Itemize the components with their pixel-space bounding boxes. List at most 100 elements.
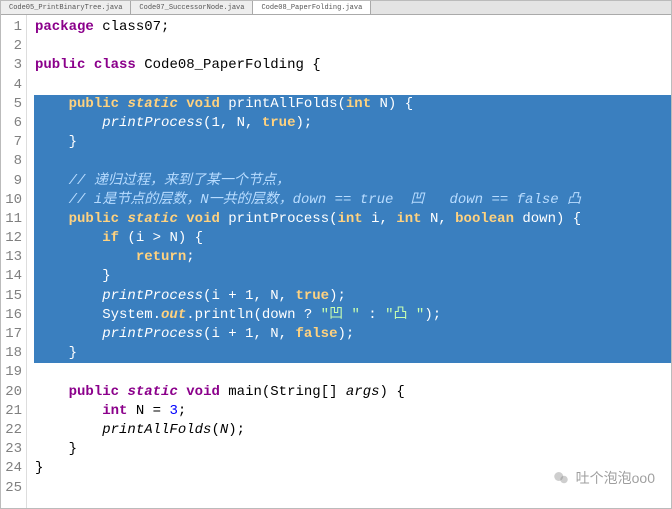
code-token: ( <box>211 422 219 438</box>
code-line[interactable]: package class07; <box>35 18 671 37</box>
code-area[interactable]: package class07; public class Code08_Pap… <box>27 15 671 508</box>
editor-tab[interactable]: Code07_SuccessorNode.java <box>131 1 253 14</box>
code-token: void <box>186 384 220 400</box>
line-number: 2 <box>3 37 22 56</box>
code-token: (i + 1, N, <box>203 288 295 304</box>
line-number: 24 <box>3 459 22 478</box>
code-token: } <box>35 460 43 476</box>
code-token: true <box>295 288 329 304</box>
code-token: .println(down ? <box>186 307 320 323</box>
code-line[interactable]: } <box>34 344 671 363</box>
code-line[interactable]: // 递归过程，来到了某一个节点， <box>34 172 671 191</box>
code-token: } <box>35 268 111 284</box>
line-number: 7 <box>3 133 22 152</box>
editor-tab[interactable]: Code05_PrintBinaryTree.java <box>1 1 131 14</box>
code-token: printAllFolds <box>102 422 211 438</box>
code-token: } <box>35 134 77 150</box>
code-token: printProcess <box>102 115 203 131</box>
line-number: 13 <box>3 248 22 267</box>
code-line[interactable] <box>35 479 671 498</box>
line-number: 8 <box>3 152 22 171</box>
tab-bar: Code05_PrintBinaryTree.javaCode07_Succes… <box>1 1 671 15</box>
code-line[interactable]: printProcess(i + 1, N, false); <box>34 325 671 344</box>
code-line[interactable]: // i是节点的层数，N一共的层数，down == true 凹 down ==… <box>34 191 671 210</box>
code-token: static <box>127 211 177 227</box>
code-token <box>35 326 102 342</box>
code-token: ); <box>424 307 441 323</box>
code-token: void <box>186 211 220 227</box>
code-token: ); <box>295 115 312 131</box>
code-line[interactable]: return; <box>34 248 671 267</box>
code-token <box>35 173 69 189</box>
code-editor: Code05_PrintBinaryTree.javaCode07_Succes… <box>0 0 672 509</box>
code-line[interactable]: printAllFolds(N); <box>35 421 671 440</box>
code-line[interactable]: int N = 3; <box>35 402 671 421</box>
line-number: 16 <box>3 306 22 325</box>
line-number: 11 <box>3 210 22 229</box>
code-line[interactable]: } <box>34 267 671 286</box>
line-number: 22 <box>3 421 22 440</box>
code-token: public <box>35 57 85 73</box>
code-line[interactable]: printProcess(1, N, true); <box>34 114 671 133</box>
code-token: } <box>35 345 77 361</box>
code-line[interactable] <box>35 37 671 56</box>
code-line[interactable] <box>35 363 671 382</box>
code-token: // i是节点的层数，N一共的层数，down == true 凹 down ==… <box>69 192 581 208</box>
code-line[interactable]: public static void main(String[] args) { <box>35 383 671 402</box>
code-line[interactable]: } <box>34 133 671 152</box>
code-line[interactable]: } <box>35 440 671 459</box>
code-token: printProcess <box>102 326 203 342</box>
line-number: 23 <box>3 440 22 459</box>
code-token: args <box>346 384 380 400</box>
line-number: 4 <box>3 76 22 95</box>
code-token: true <box>262 115 296 131</box>
code-token <box>35 288 102 304</box>
line-number: 21 <box>3 402 22 421</box>
code-token: N = <box>127 403 169 419</box>
editor-tab[interactable]: Code08_PaperFolding.java <box>253 1 371 14</box>
code-line[interactable] <box>34 152 671 171</box>
code-token: 3 <box>169 403 177 419</box>
code-token: int <box>102 403 127 419</box>
code-token: i, <box>363 211 397 227</box>
line-number: 17 <box>3 325 22 344</box>
code-token: } <box>35 441 77 457</box>
code-token: static <box>127 96 177 112</box>
code-token <box>35 211 69 227</box>
code-line[interactable]: public static void printProcess(int i, i… <box>34 210 671 229</box>
code-token: public <box>69 384 119 400</box>
code-token <box>178 384 186 400</box>
code-line[interactable]: } <box>35 459 671 478</box>
line-number: 19 <box>3 363 22 382</box>
code-token <box>35 249 136 265</box>
line-number: 15 <box>3 287 22 306</box>
code-token <box>35 230 102 246</box>
code-line[interactable]: printProcess(i + 1, N, true); <box>34 287 671 306</box>
code-token <box>35 192 69 208</box>
line-number: 14 <box>3 267 22 286</box>
code-token: out <box>161 307 186 323</box>
code-line[interactable]: System.out.println(down ? "凹 " : "凸 "); <box>34 306 671 325</box>
code-token: // 递归过程，来到了某一个节点， <box>69 173 290 189</box>
code-token: class07; <box>94 19 170 35</box>
code-token: System. <box>35 307 161 323</box>
code-token: "凹 " <box>321 307 360 323</box>
line-number: 6 <box>3 114 22 133</box>
code-token: Code08_PaperFolding { <box>136 57 321 73</box>
code-token: ) { <box>380 384 405 400</box>
code-line[interactable]: public class Code08_PaperFolding { <box>35 56 671 75</box>
code-token: (i > N) { <box>119 230 203 246</box>
line-number: 5 <box>3 95 22 114</box>
code-token <box>35 403 102 419</box>
code-line[interactable] <box>35 76 671 95</box>
code-token <box>35 422 102 438</box>
code-token: N) { <box>371 96 413 112</box>
code-token: return <box>136 249 186 265</box>
code-token <box>35 96 69 112</box>
code-token: printProcess <box>102 288 203 304</box>
line-number: 18 <box>3 344 22 363</box>
code-token: printAllFolds( <box>220 96 346 112</box>
code-token <box>178 96 186 112</box>
code-line[interactable]: public static void printAllFolds(int N) … <box>34 95 671 114</box>
code-line[interactable]: if (i > N) { <box>34 229 671 248</box>
